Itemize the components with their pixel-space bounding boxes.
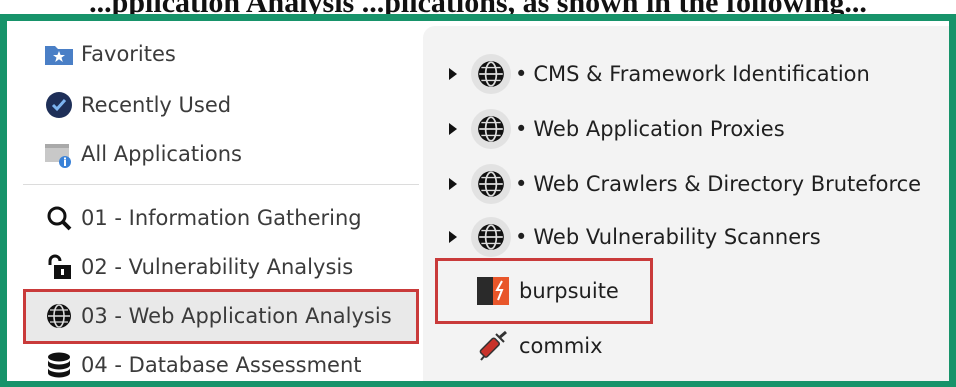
submenu-category-web-application-proxies[interactable]: • Web Application Proxies [449,107,785,151]
expand-arrow-icon[interactable] [449,178,457,190]
globe-icon [471,54,511,94]
expand-arrow-icon[interactable] [449,231,457,243]
globe-icon [471,217,511,257]
expand-arrow-icon[interactable] [449,68,457,80]
globe-icon [471,109,511,149]
database-icon [43,349,75,381]
sidebar-item-label: 02 - Vulnerability Analysis [81,255,354,279]
sidebar-item-label: All Applications [81,142,242,166]
bullet: • [515,225,528,249]
sidebar-item-database-assessment[interactable]: 04 - Database Assessment [43,347,362,381]
sidebar-item-label: Recently Used [81,93,232,117]
magnifier-icon [43,202,75,234]
globe-icon [471,164,511,204]
submenu-category-cms[interactable]: • CMS & Framework Identification [449,52,870,96]
recently-used-icon [43,89,75,121]
bullet: • [515,62,528,86]
sidebar-divider [23,184,419,185]
favorites-folder-icon [43,38,75,70]
sidebar-item-label: 01 - Information Gathering [81,206,362,230]
app-item-burpsuite[interactable]: burpsuite [475,269,619,313]
category-label: Web Application Proxies [533,117,785,141]
globe-icon [43,300,75,332]
bullet: • [515,172,528,196]
sidebar-item-information-gathering[interactable]: 01 - Information Gathering [43,200,362,236]
app-label: burpsuite [519,279,619,303]
category-label: CMS & Framework Identification [533,62,870,86]
submenu-category-web-crawlers[interactable]: • Web Crawlers & Directory Bruteforce [449,162,921,206]
category-sidebar: Favorites Recently Used All Applications… [7,21,423,381]
category-label: Web Crawlers & Directory Bruteforce [533,172,922,196]
sidebar-item-vulnerability-analysis[interactable]: 02 - Vulnerability Analysis [43,249,353,285]
expand-arrow-icon[interactable] [449,123,457,135]
app-label: commix [519,334,603,358]
category-label: Web Vulnerability Scanners [533,225,821,249]
burpsuite-icon [475,273,511,309]
submenu-category-web-vulnerability-scanners[interactable]: • Web Vulnerability Scanners [449,215,821,259]
app-menu-frame: Favorites Recently Used All Applications… [0,14,956,387]
sidebar-item-label: 04 - Database Assessment [81,353,362,377]
sidebar-item-label: Favorites [81,42,176,66]
sidebar-item-recently-used[interactable]: Recently Used [43,87,231,123]
sidebar-item-label: 03 - Web Application Analysis [81,304,392,328]
sidebar-item-web-application-analysis[interactable]: 03 - Web Application Analysis [43,298,392,334]
sidebar-item-all-applications[interactable]: All Applications [43,136,242,172]
bullet: • [515,117,528,141]
submenu-pane: • CMS & Framework Identification • Web A… [423,26,949,381]
sidebar-item-favorites[interactable]: Favorites [43,36,176,72]
all-applications-icon [43,138,75,170]
padlock-icon [43,251,75,283]
commix-syringe-icon [475,328,511,364]
app-item-commix[interactable]: commix [475,324,603,368]
